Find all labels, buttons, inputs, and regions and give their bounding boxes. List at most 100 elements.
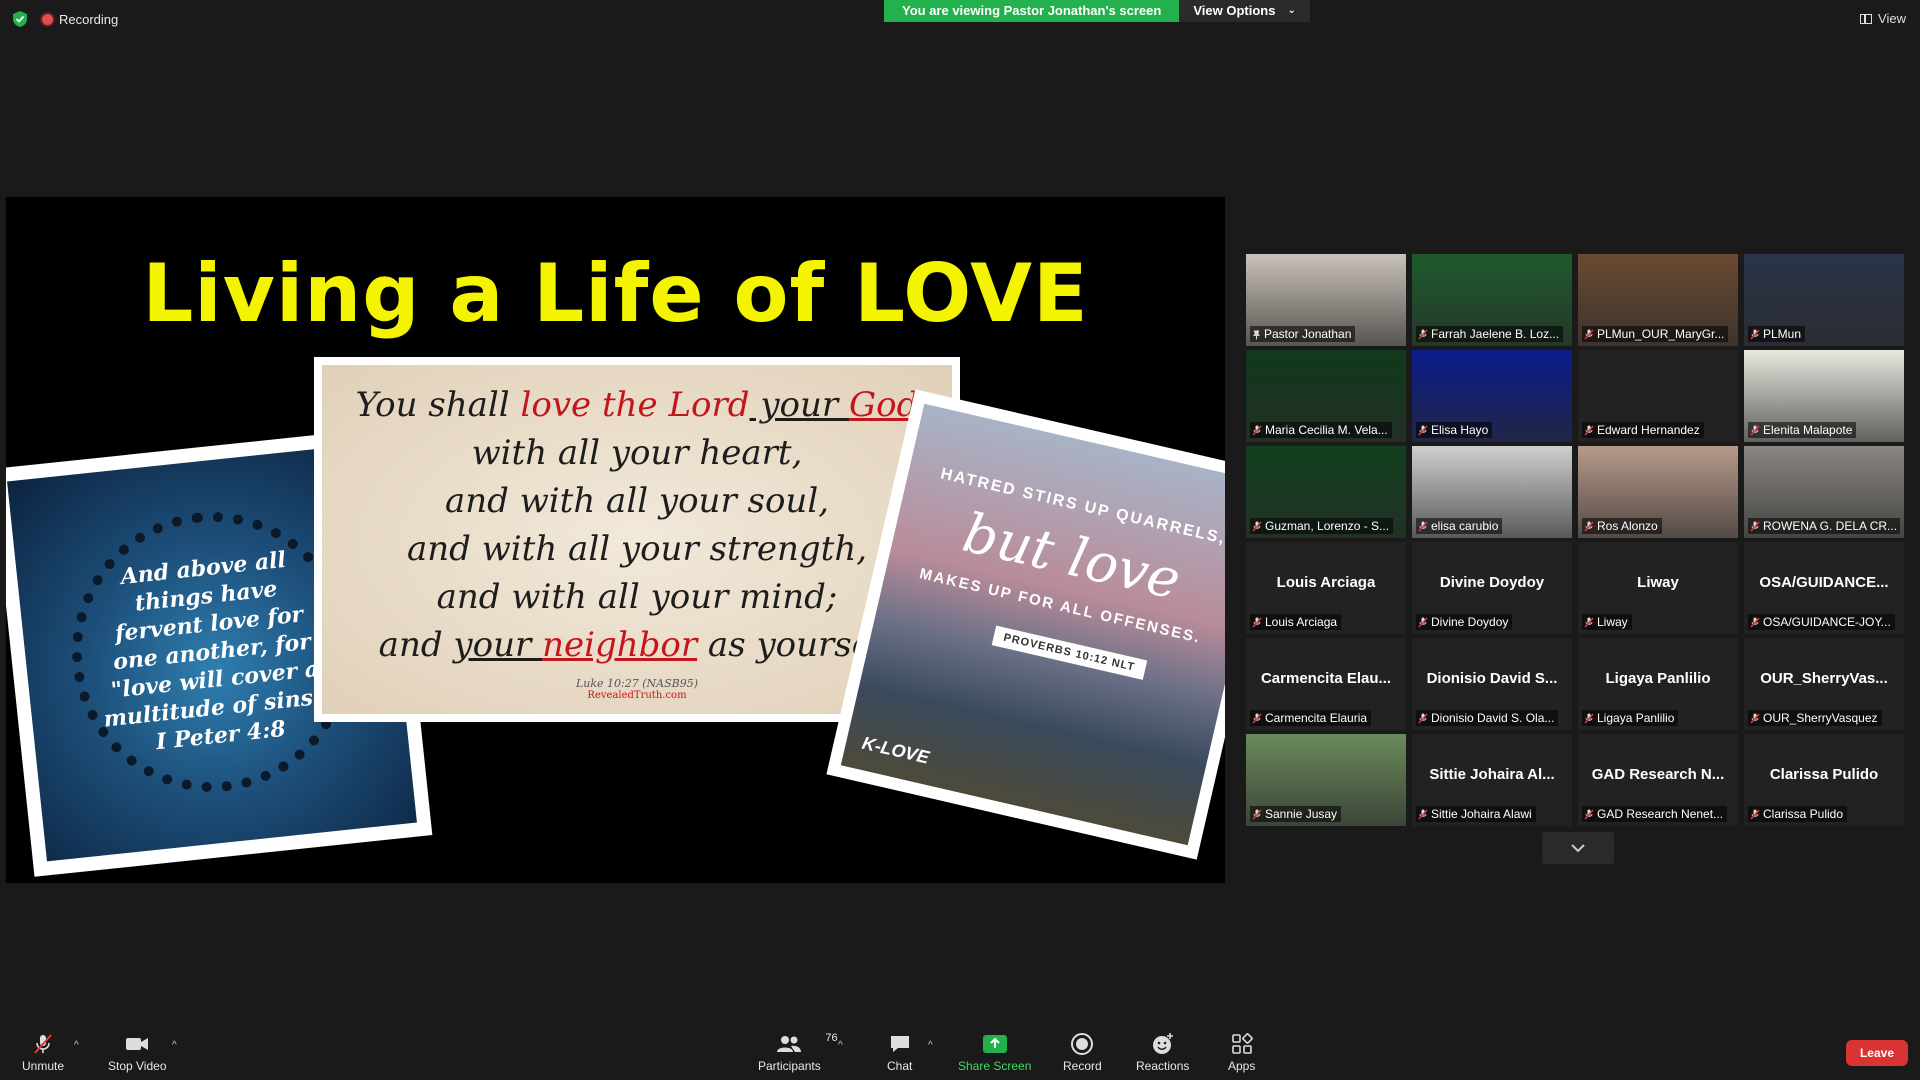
participant-name: Edward Hernandez [1597, 423, 1700, 437]
screen-share-banner: You are viewing Pastor Jonathan's screen… [884, 0, 1310, 22]
chat-button[interactable]: Chat [887, 1032, 912, 1073]
participant-tile[interactable]: Sannie Jusay [1246, 734, 1406, 826]
participant-tile[interactable]: ROWENA G. DELA CR... [1744, 446, 1904, 538]
reactions-label: Reactions [1136, 1059, 1190, 1073]
participant-name-label: OUR_SherryVasquez [1748, 710, 1882, 726]
security-shield-icon[interactable] [12, 10, 28, 28]
participant-name: Farrah Jaelene B. Loz... [1431, 327, 1560, 341]
participant-tile[interactable]: Maria Cecilia M. Vela... [1246, 350, 1406, 442]
muted-microphone-icon [1252, 713, 1262, 723]
participants-options-caret-icon[interactable]: ^ [838, 1040, 843, 1051]
participant-tile[interactable]: Elisa Hayo [1412, 350, 1572, 442]
participant-tile[interactable]: PLMun [1744, 254, 1904, 346]
participant-tile[interactable]: OUR_SherryVas... OUR_SherryVasquez [1744, 638, 1904, 730]
apps-button[interactable]: Apps [1228, 1032, 1255, 1073]
muted-microphone-icon [1252, 809, 1262, 819]
participant-tile[interactable]: PLMun_OUR_MaryGr... [1578, 254, 1738, 346]
top-left-status: Recording [12, 10, 118, 28]
record-button[interactable]: Record [1063, 1032, 1102, 1073]
share-screen-button[interactable]: Share Screen [958, 1032, 1031, 1073]
muted-microphone-icon [1418, 809, 1428, 819]
unmute-label: Unmute [22, 1059, 65, 1073]
participant-name-label: Guzman, Lorenzo - S... [1250, 518, 1394, 534]
muted-microphone-icon [1750, 713, 1760, 723]
participants-label: Participants [758, 1059, 821, 1073]
participant-name-label: elisa carubio [1416, 518, 1503, 534]
zoom-meeting-window: Recording You are viewing Pastor Jonatha… [0, 0, 1920, 1080]
participant-tile[interactable]: Edward Hernandez [1578, 350, 1738, 442]
participants-count: 76 [825, 1032, 838, 1044]
reactions-button[interactable]: Reactions [1136, 1032, 1189, 1073]
view-options-button[interactable]: View Options ⌄ [1179, 0, 1310, 22]
recording-indicator[interactable]: Recording [42, 12, 118, 27]
participant-name-label: Maria Cecilia M. Vela... [1250, 422, 1392, 438]
klove-logo: K-LOVE [860, 732, 932, 768]
participant-tile[interactable]: Sittie Johaira Al... Sittie Johaira Alawi [1412, 734, 1572, 826]
participant-name-label: Sannie Jusay [1250, 806, 1342, 822]
participant-name-center: Sittie Johaira Al... [1429, 766, 1555, 783]
chevron-down-icon [1571, 844, 1585, 853]
smiley-reaction-icon [1152, 1033, 1173, 1054]
record-icon [1071, 1033, 1094, 1055]
participant-tile[interactable]: Dionisio David S... Dionisio David S. Ola… [1412, 638, 1572, 730]
leave-button[interactable]: Leave [1845, 1040, 1908, 1066]
chat-options-caret-icon[interactable]: ^ [928, 1040, 933, 1051]
muted-microphone-icon [1418, 713, 1428, 723]
view-label: View [1878, 11, 1906, 26]
muted-microphone-icon [1750, 521, 1760, 531]
participant-name-center: Clarissa Pulido [1769, 766, 1879, 783]
muted-microphone-icon [1418, 521, 1428, 531]
participant-name: ROWENA G. DELA CR... [1763, 519, 1898, 533]
muted-microphone-icon [1418, 329, 1428, 339]
participant-name-label: Farrah Jaelene B. Loz... [1416, 326, 1564, 342]
participant-name: Elisa Hayo [1431, 423, 1489, 437]
participant-name-label: Pastor Jonathan [1250, 326, 1356, 342]
participant-tile[interactable]: Divine Doydoy Divine Doydoy [1412, 542, 1572, 634]
verse-line-4: and with all your strength, [406, 529, 868, 569]
participant-tile[interactable]: OSA/GUIDANCE... OSA/GUIDANCE-JOY... [1744, 542, 1904, 634]
participant-name-label: Divine Doydoy [1416, 614, 1513, 630]
participant-name-label: Dionisio David S. Ola... [1416, 710, 1559, 726]
participant-tile[interactable]: Liway Liway [1578, 542, 1738, 634]
participant-tile[interactable]: Elenita Malapote [1744, 350, 1904, 442]
participant-tile[interactable]: Clarissa Pulido Clarissa Pulido [1744, 734, 1904, 826]
share-screen-label: Share Screen [958, 1059, 1032, 1073]
recording-label: Recording [59, 11, 119, 27]
view-button[interactable]: View [1860, 11, 1906, 26]
participant-name: Divine Doydoy [1431, 615, 1509, 629]
layout-view-icon [1860, 13, 1873, 24]
recording-dot-icon [42, 13, 53, 25]
muted-microphone-icon [1750, 617, 1760, 627]
gallery-next-page-button[interactable] [1542, 832, 1614, 864]
participant-tile[interactable]: Pastor Jonathan [1246, 254, 1406, 346]
participant-tile[interactable]: Ligaya Panlilio Ligaya Panlilio [1578, 638, 1738, 730]
verse-line-3: and with all your soul, [444, 481, 830, 521]
muted-microphone-icon [1252, 617, 1262, 627]
verse-line-1: You shall love the Lord your God [355, 385, 919, 425]
unmute-button[interactable]: Unmute [22, 1032, 64, 1073]
participants-button[interactable]: 76 Participants [758, 1032, 838, 1073]
participant-name: Clarissa Pulido [1763, 807, 1844, 821]
stop-video-button[interactable]: Stop Video [108, 1032, 167, 1073]
muted-microphone-icon [1418, 617, 1428, 627]
participant-tile[interactable]: Ros Alonzo [1578, 446, 1738, 538]
participant-tile[interactable]: Louis Arciaga Louis Arciaga [1246, 542, 1406, 634]
participant-name: Guzman, Lorenzo - S... [1265, 519, 1390, 533]
participant-name-center: Carmencita Elau... [1260, 670, 1392, 687]
participant-tile[interactable]: elisa carubio [1412, 446, 1572, 538]
participant-name-label: Elisa Hayo [1416, 422, 1493, 438]
participant-tile[interactable]: Guzman, Lorenzo - S... [1246, 446, 1406, 538]
proverbs-reference: PROVERBS 10:12 NLT [991, 625, 1147, 680]
participants-icon [777, 1036, 802, 1052]
video-options-caret-icon[interactable]: ^ [172, 1040, 177, 1051]
participant-name: Sittie Johaira Alawi [1431, 807, 1532, 821]
participant-tile[interactable]: Carmencita Elau... Carmencita Elauria [1246, 638, 1406, 730]
participant-tile[interactable]: Farrah Jaelene B. Loz... [1412, 254, 1572, 346]
participant-name: Ros Alonzo [1597, 519, 1658, 533]
chevron-down-icon: ⌄ [1287, 5, 1296, 16]
muted-microphone-icon [1750, 425, 1760, 435]
participant-tile[interactable]: GAD Research N... GAD Research Nenet... [1578, 734, 1738, 826]
participant-name-label: Edward Hernandez [1582, 422, 1704, 438]
participant-name: Pastor Jonathan [1264, 327, 1352, 341]
audio-options-caret-icon[interactable]: ^ [74, 1040, 79, 1051]
